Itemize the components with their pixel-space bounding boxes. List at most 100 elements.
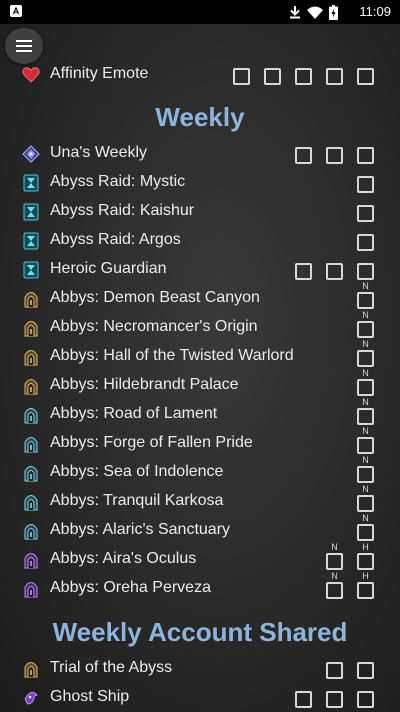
task-checkbox[interactable]: [357, 524, 374, 541]
abyss-raid-icon: [22, 174, 40, 192]
task-row: Abbys: Sea of Indolence N: [0, 455, 400, 487]
abyss-raid-icon: [22, 232, 40, 250]
task-checkbox[interactable]: [326, 68, 343, 85]
task-checkbox[interactable]: [295, 691, 312, 708]
task-checkbox[interactable]: [233, 68, 250, 85]
status-bar: A 11:09: [0, 0, 400, 24]
task-label: Abyss Raid: Mystic: [50, 173, 186, 190]
task-label: Heroic Guardian: [50, 260, 167, 277]
task-checkbox[interactable]: [295, 147, 312, 164]
task-checkbox[interactable]: [357, 68, 374, 85]
task-row: Abyss Raid: Argos: [0, 226, 400, 255]
task-checkbox[interactable]: [357, 466, 374, 483]
task-checkbox[interactable]: [357, 147, 374, 164]
task-label: Abyss Raid: Kaishur: [50, 202, 195, 219]
section-heading: Weekly: [155, 102, 245, 132]
wifi-icon: [307, 6, 323, 19]
status-badge: A: [10, 5, 22, 17]
task-label: Abbys: Aira's Oculus: [50, 550, 197, 567]
difficulty-tag: N: [331, 542, 338, 552]
task-checkbox[interactable]: [357, 691, 374, 708]
hamburger-menu-icon: [16, 40, 32, 42]
task-label: Abbys: Forge of Fallen Pride: [50, 434, 253, 451]
task-label: Abbys: Demon Beast Canyon: [50, 289, 260, 306]
task-checkbox[interactable]: [326, 582, 343, 599]
task-checkbox[interactable]: [357, 176, 374, 193]
task-checkbox[interactable]: [264, 68, 281, 85]
task-checkbox[interactable]: [357, 205, 374, 222]
abyss-dungeon-gold-icon: [22, 377, 40, 395]
task-label: Abbys: Alaric's Sanctuary: [50, 521, 231, 538]
task-row: Abbys: Necromancer's Origin N: [0, 310, 400, 342]
task-checkbox[interactable]: [326, 147, 343, 164]
task-row: Heroic Guardian: [0, 255, 400, 284]
section-heading: Weekly Account Shared: [52, 617, 348, 647]
task-checkbox[interactable]: [357, 350, 374, 367]
task-checkbox[interactable]: [357, 553, 374, 570]
task-checkbox[interactable]: [357, 321, 374, 338]
task-label: Affinity Emote: [50, 65, 149, 82]
difficulty-tag: N: [331, 571, 338, 581]
task-checkbox[interactable]: [357, 437, 374, 454]
task-label: Abbys: Oreha Perveza: [50, 579, 211, 596]
task-checkbox[interactable]: [326, 263, 343, 280]
task-label: Abbys: Sea of Indolence: [50, 463, 224, 480]
task-label: Abbys: Hildebrandt Palace: [50, 376, 239, 393]
task-row: Affinity Emote: [0, 60, 400, 89]
task-label: Una's Weekly: [50, 144, 148, 161]
task-label: Trial of the Abyss: [50, 659, 173, 676]
task-row: Abbys: Demon Beast Canyon N: [0, 281, 400, 313]
difficulty-tag: N: [362, 513, 369, 523]
task-row: Trial of the Abyss: [0, 654, 400, 683]
difficulty-tag: N: [362, 310, 369, 320]
task-row: Abbys: Hildebrandt Palace N: [0, 368, 400, 400]
task-row: Abbys: Aira's Oculus N H: [0, 542, 400, 574]
abyss-dungeon-teal-icon: [22, 493, 40, 511]
menu-button[interactable]: [5, 28, 43, 64]
abyss-dungeon-teal-icon: [22, 464, 40, 482]
task-checkbox[interactable]: [357, 582, 374, 599]
abyss-dungeon-purple-icon: [22, 580, 40, 598]
difficulty-tag: N: [362, 455, 369, 465]
task-label: Ghost Ship: [50, 688, 130, 705]
difficulty-tag: N: [362, 484, 369, 494]
task-checkbox[interactable]: [357, 662, 374, 679]
task-checkbox[interactable]: [357, 292, 374, 309]
difficulty-tag: N: [362, 426, 369, 436]
task-row: Abbys: Tranquil Karkosa N: [0, 484, 400, 516]
battery-icon: [329, 4, 338, 20]
task-row: Abbys: Oreha Perveza N H: [0, 571, 400, 603]
clock: 11:09: [359, 4, 391, 19]
difficulty-tag: H: [362, 542, 369, 552]
task-checkbox[interactable]: [326, 662, 343, 679]
task-row: Abbys: Alaric's Sanctuary N: [0, 513, 400, 545]
abyss-raid-icon: [22, 261, 40, 279]
task-checkbox[interactable]: [357, 234, 374, 251]
difficulty-tag: N: [362, 339, 369, 349]
ghost-ship-icon: [22, 689, 40, 707]
abyss-dungeon-gold-icon: [22, 290, 40, 308]
task-label: Abbys: Road of Lament: [50, 405, 218, 422]
task-checkbox[interactable]: [357, 495, 374, 512]
abyss-dungeon-gold-icon: [22, 660, 40, 678]
task-row: Abbys: Road of Lament N: [0, 397, 400, 429]
abyss-dungeon-teal-icon: [22, 406, 40, 424]
abyss-dungeon-purple-icon: [22, 551, 40, 569]
task-checkbox[interactable]: [357, 379, 374, 396]
task-row: Abbys: Forge of Fallen Pride N: [0, 426, 400, 458]
task-checkbox[interactable]: [357, 408, 374, 425]
task-label: Abyss Raid: Argos: [50, 231, 181, 248]
task-label: Abbys: Necromancer's Origin: [50, 318, 258, 335]
abyss-raid-icon: [22, 203, 40, 221]
heart-icon: [22, 66, 40, 84]
una-crest-icon: [22, 145, 40, 163]
task-checkbox[interactable]: [295, 263, 312, 280]
task-checkbox[interactable]: [326, 691, 343, 708]
difficulty-tag: N: [362, 397, 369, 407]
task-checkbox[interactable]: [295, 68, 312, 85]
difficulty-tag: N: [362, 281, 369, 291]
task-checkbox[interactable]: [357, 263, 374, 280]
task-checkbox[interactable]: [326, 553, 343, 570]
abyss-dungeon-gold-icon: [22, 319, 40, 337]
abyss-dungeon-gold-icon: [22, 348, 40, 366]
